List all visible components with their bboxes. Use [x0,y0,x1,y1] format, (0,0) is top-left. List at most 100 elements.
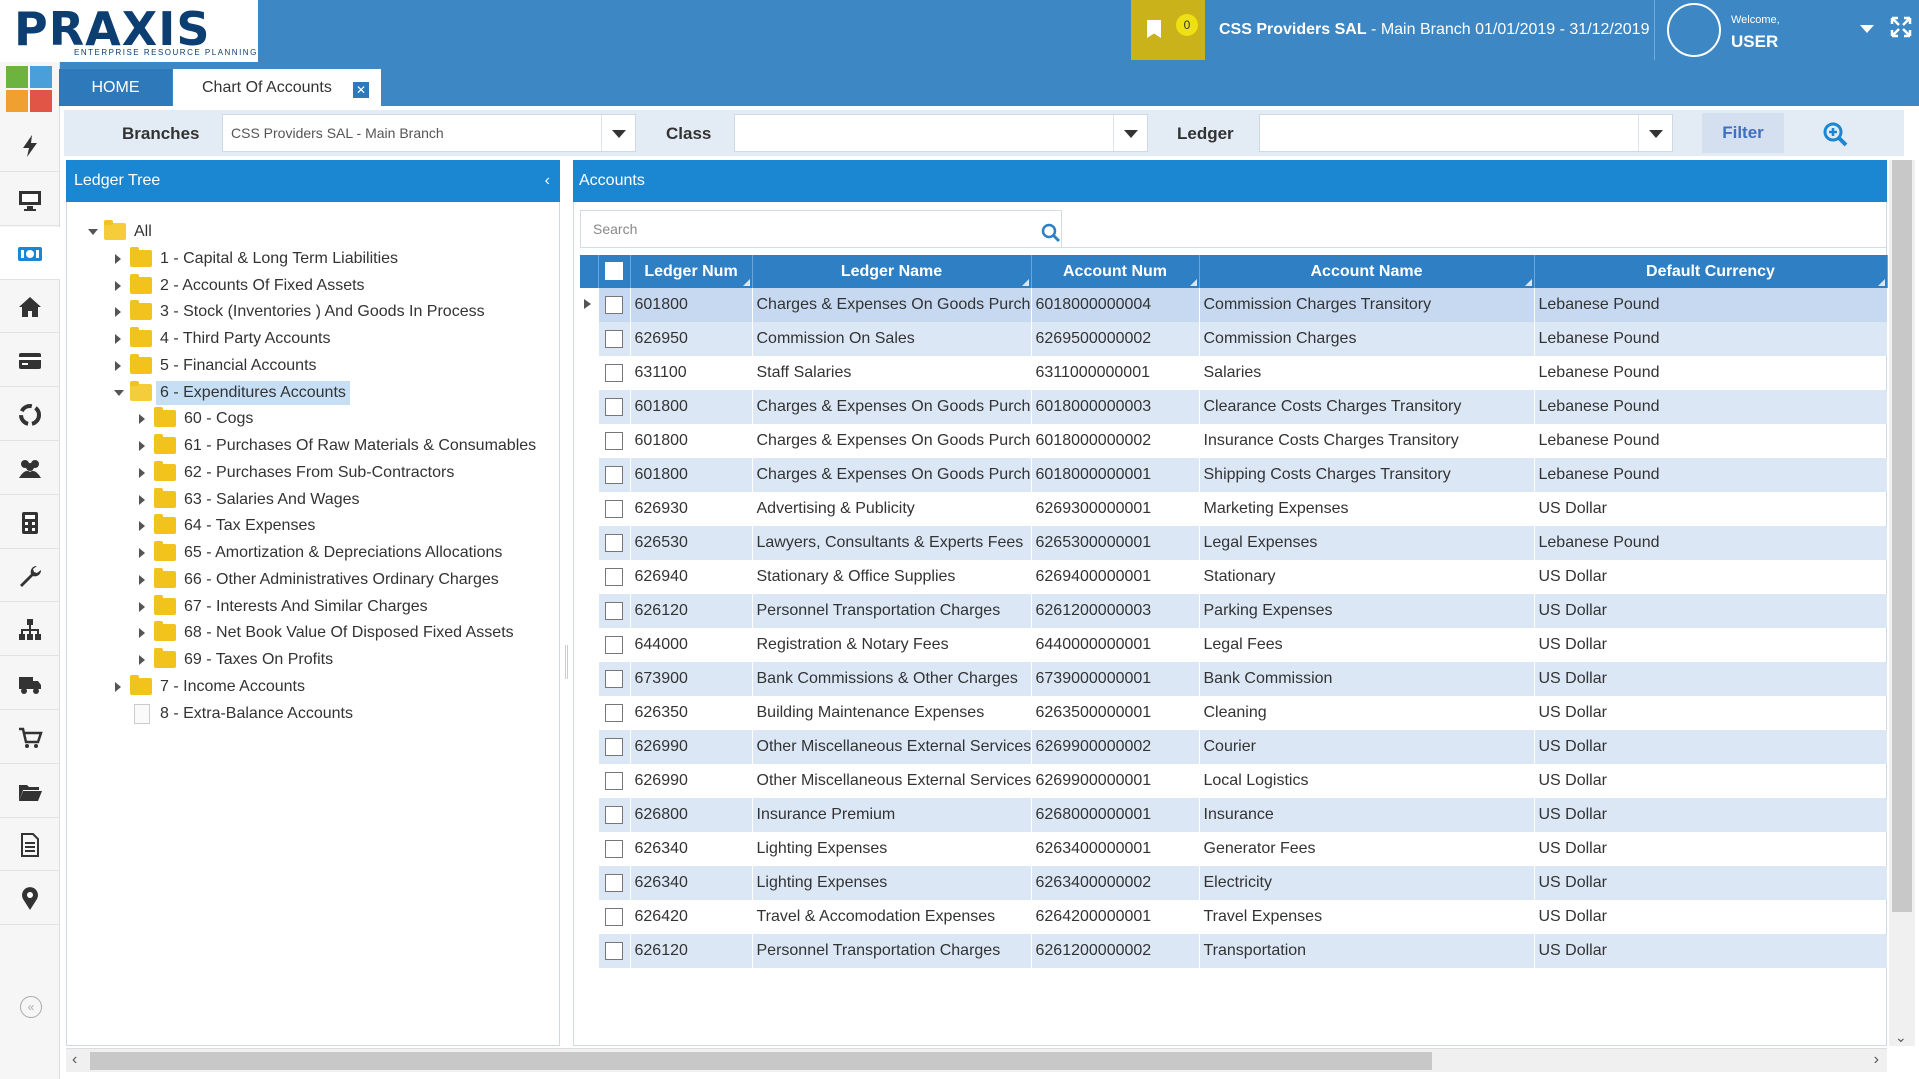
row-checkbox[interactable] [605,771,623,790]
column-header-account-num[interactable]: Account Num [1031,255,1200,288]
row-select-cell[interactable] [598,356,631,390]
branches-select[interactable]: CSS Providers SAL - Main Branch [222,114,636,152]
rail-item-wrench[interactable] [0,549,60,603]
horizontal-scrollbar[interactable]: ‹ › [66,1048,1887,1072]
table-row[interactable]: 601800Charges & Expenses On Goods Purcha… [580,288,1888,322]
rail-item-credit-card[interactable] [0,334,60,388]
column-header-ledger-num[interactable]: Ledger Num [630,255,753,288]
chevron-down-icon[interactable] [1113,115,1147,151]
caret-down-icon[interactable] [88,229,98,235]
table-row[interactable]: 631100 Staff Salaries 6311000000001 Salarie… [580,356,1888,390]
rail-item-bolt[interactable] [0,119,60,172]
fullscreen-icon[interactable] [1890,16,1912,38]
row-checkbox[interactable] [605,873,623,892]
panel-resize-handle[interactable] [565,645,568,679]
table-row[interactable]: 673900 Bank Commissions & Other Charges 67… [580,662,1888,696]
rail-item-map-pin[interactable] [0,872,60,926]
row-select-cell[interactable] [598,730,631,764]
caret-right-icon[interactable] [139,521,145,532]
row-select-cell[interactable] [598,492,631,526]
vertical-scroll-thumb[interactable] [1892,160,1912,912]
row-select-cell[interactable] [598,900,631,934]
row-checkbox[interactable] [605,533,623,552]
caret-right-icon[interactable] [139,494,145,505]
table-row[interactable]: 626340 Lighting Expenses 6263400000002 Elec… [580,866,1888,900]
tab-chart-of-accounts[interactable]: Chart Of Accounts ✕ [173,69,381,106]
scroll-right-icon[interactable]: › [1874,1051,1879,1069]
row-checkbox[interactable] [605,703,623,722]
table-row[interactable]: 601800Charges & Expenses On Goods Purcha… [580,458,1888,492]
table-row[interactable]: 626940 Stationary & Office Supplies 626940… [580,560,1888,594]
table-row[interactable]: 626340 Lighting Expenses 6263400000001 Gene… [580,832,1888,866]
row-checkbox[interactable] [605,295,623,314]
column-header-account-name[interactable]: Account Name [1199,255,1535,288]
row-checkbox[interactable] [605,635,623,654]
caret-right-icon[interactable] [139,655,145,665]
rail-item-cart[interactable] [0,711,60,764]
row-checkbox[interactable] [605,363,623,382]
scroll-down-icon[interactable]: ⌄ [1895,1029,1907,1046]
row-checkbox[interactable] [605,601,623,620]
search-input[interactable]: Search [580,210,1062,248]
app-tiles-icon[interactable] [6,66,52,112]
row-checkbox[interactable] [605,431,623,450]
row-checkbox[interactable] [605,941,623,960]
ledger-select[interactable] [1259,114,1673,152]
select-all-header[interactable] [598,255,631,288]
caret-right-icon[interactable] [115,280,121,291]
caret-right-icon[interactable] [139,628,145,639]
app-logo[interactable]: PRAXIS ENTERPRISE RESOURCE PLANNING [0,0,258,62]
table-row[interactable]: 626120 Personnel Transportation Charges 62… [580,594,1888,628]
row-checkbox[interactable] [605,465,623,484]
row-select-cell[interactable] [598,798,631,832]
row-select-cell[interactable] [598,934,631,968]
rail-item-org-chart[interactable] [0,603,60,657]
search-icon[interactable] [1041,220,1061,243]
row-select-cell[interactable] [598,288,631,322]
table-row[interactable]: 644000 Registration & Notary Fees 64400000… [580,628,1888,662]
row-checkbox[interactable] [605,839,623,858]
table-row[interactable]: 626530 Lawyers, Consultants & Experts Fee… [580,526,1888,560]
row-checkbox[interactable] [605,499,623,518]
row-select-cell[interactable] [598,662,631,696]
caret-right-icon[interactable] [115,307,121,318]
caret-right-icon[interactable] [139,548,145,558]
row-select-cell[interactable] [598,866,631,900]
caret-right-icon[interactable] [139,414,145,425]
table-row[interactable]: 626930 Advertising & Publicity 62693000000… [580,492,1888,526]
row-select-cell[interactable] [598,458,631,492]
row-select-cell[interactable] [598,628,631,662]
row-select-cell[interactable] [598,526,631,560]
rail-item-folder-open[interactable] [0,765,60,818]
row-checkbox[interactable] [605,397,623,416]
rail-item-cash[interactable] [0,226,60,280]
caret-right-icon[interactable] [115,681,121,692]
zoom-in-icon[interactable] [1822,121,1848,147]
row-checkbox[interactable] [605,329,623,348]
table-row[interactable]: 626420 Travel & Accomodation Expenses 6264… [580,900,1888,934]
row-checkbox[interactable] [605,737,623,756]
avatar[interactable] [1667,3,1721,57]
user-menu-chevron-down-icon[interactable] [1860,25,1874,33]
horizontal-scroll-thumb[interactable] [90,1052,1432,1070]
rail-item-users[interactable] [0,442,60,495]
row-select-cell[interactable] [598,696,631,730]
caret-right-icon[interactable] [139,574,145,585]
filter-button[interactable]: Filter [1702,113,1784,153]
collapse-panel-icon[interactable]: ‹ [545,160,550,202]
row-select-cell[interactable] [598,594,631,628]
caret-right-icon[interactable] [115,334,121,344]
rail-item-document[interactable] [0,818,60,872]
close-icon[interactable]: ✕ [353,82,369,98]
caret-right-icon[interactable] [139,601,145,612]
notifications-button[interactable]: 0 [1131,0,1205,60]
column-header-default-currency[interactable]: Default Currency [1534,255,1888,288]
rail-item-monitor[interactable] [0,173,60,226]
chevron-down-icon[interactable] [1638,115,1672,151]
row-select-cell[interactable] [598,424,631,458]
rail-item-calculator[interactable] [0,496,60,549]
caret-right-icon[interactable] [115,253,121,264]
row-select-cell[interactable] [598,832,631,866]
table-row[interactable]: 626350 Building Maintenance Expenses 62635… [580,696,1888,730]
collapse-rail-icon[interactable]: « [20,996,42,1018]
